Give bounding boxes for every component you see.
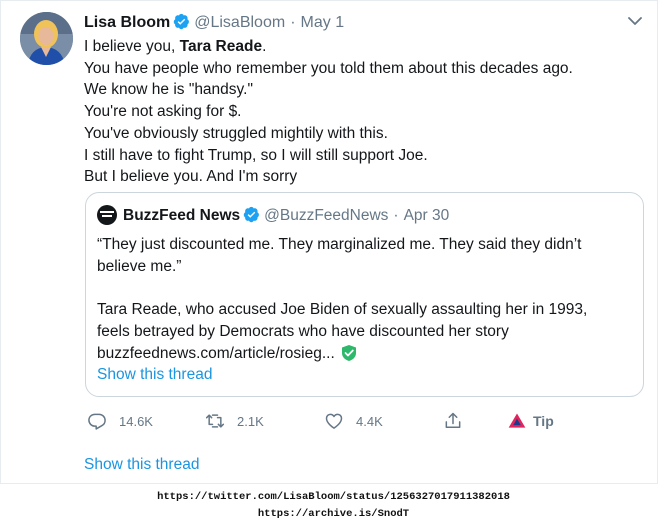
article-link[interactable]: buzzfeednews.com/article/rosieg... [97, 345, 335, 362]
separator-dot: · [393, 207, 399, 224]
tweet-line: You've obviously struggled mightily with… [84, 124, 388, 142]
tip-button[interactable]: Tip [507, 409, 554, 433]
quoted-author-handle: @BuzzFeedNews [264, 207, 389, 224]
tweet-text: I believe you, Tara Reade. You have peop… [84, 36, 644, 188]
quoted-tweet-date: Apr 30 [403, 207, 450, 224]
like-count: 4.4K [356, 413, 383, 429]
reply-button[interactable]: 14.6K [87, 409, 153, 433]
share-button[interactable] [443, 409, 475, 433]
author-name[interactable]: Lisa Bloom [84, 14, 170, 31]
retweet-count: 2.1K [237, 413, 264, 429]
tweet-line: I believe you, Tara Reade. [84, 38, 267, 55]
separator-dot: · [290, 14, 296, 31]
reply-icon [87, 411, 107, 431]
verified-badge-icon [243, 206, 260, 230]
tweet-card: Lisa Bloom @LisaBloom · May 1 I believe you… [0, 0, 658, 484]
tweet-line: But I believe you. And I'm sorry [84, 168, 298, 186]
show-thread-link[interactable]: Show this thread [84, 456, 199, 474]
tip-label: Tip [533, 413, 554, 429]
heart-icon [324, 411, 344, 431]
tip-triangle-icon [507, 411, 527, 431]
quoted-line: believe me.” [97, 257, 182, 275]
quoted-author-name: BuzzFeed News [123, 207, 241, 224]
quoted-tweet-header: BuzzFeed News @BuzzFeedNews · Apr 30 [97, 205, 449, 227]
chevron-down-icon[interactable] [627, 14, 643, 26]
quoted-line: feels betrayed by Democrats who have dis… [97, 322, 509, 340]
share-icon [443, 411, 463, 431]
like-button[interactable]: 4.4K [324, 409, 383, 433]
author-handle[interactable]: @LisaBloom [194, 14, 285, 31]
mention-tara-reade: Tara Reade [179, 38, 263, 55]
quoted-line [97, 277, 632, 299]
tweet-line: We know he is "handsy." [84, 81, 253, 99]
quote-show-thread-link[interactable]: Show this thread [97, 366, 212, 384]
quoted-tweet[interactable]: BuzzFeed News @BuzzFeedNews · Apr 30 “They … [85, 192, 644, 397]
quoted-line: buzzfeednews.com/article/rosieg... [97, 343, 632, 369]
archive-url: https://archive.is/SnodT [257, 508, 410, 520]
source-url: https://twitter.com/LisaBloom/status/125… [157, 491, 510, 503]
tweet-actions: 14.6K 2.1K 4.4K Tip [87, 409, 557, 433]
tweet-line: You have people who remember you told th… [84, 59, 573, 77]
author-avatar[interactable] [20, 12, 73, 65]
reply-count: 14.6K [119, 413, 153, 429]
shield-check-icon [341, 344, 357, 369]
tweet-date[interactable]: May 1 [301, 14, 345, 31]
buzzfeed-logo-icon [97, 205, 117, 225]
tweet-line: You're not asking for $. [84, 103, 242, 121]
tweet-line: I still have to fight Trump, so I will s… [84, 146, 428, 164]
verified-badge-icon [173, 13, 190, 37]
tweet-header: Lisa Bloom @LisaBloom · May 1 [84, 12, 344, 34]
retweet-button[interactable]: 2.1K [205, 409, 264, 433]
quoted-tweet-text: “They just discounted me. They marginali… [97, 234, 632, 368]
quoted-line: Tara Reade, who accused Joe Biden of sex… [97, 301, 588, 319]
quoted-line: “They just discounted me. They marginali… [97, 236, 582, 253]
retweet-icon [205, 411, 225, 431]
